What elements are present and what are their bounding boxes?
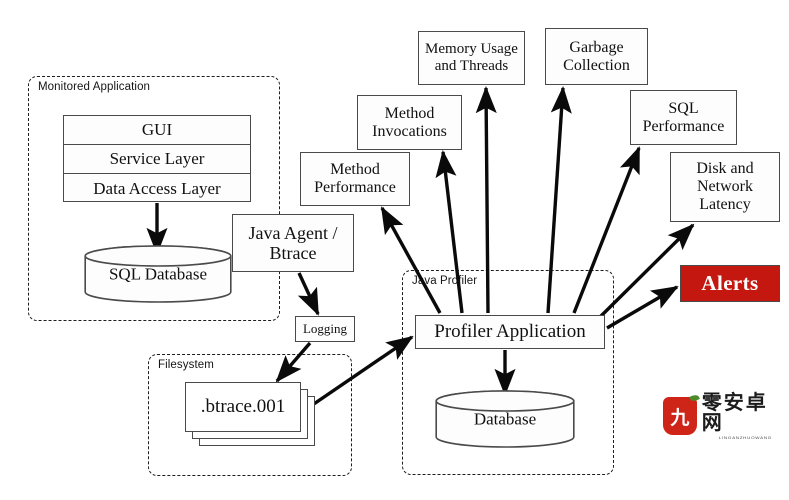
- box-method-invocations[interactable]: Method Invocations: [357, 95, 462, 150]
- edge-profiler-to-alerts: [606, 285, 679, 330]
- group-label-filesystem: Filesystem: [156, 359, 216, 371]
- box-garbage-collection[interactable]: Garbage Collection: [545, 28, 648, 85]
- watermark-text: 零安卓网 LINGANZHUOWANG: [702, 392, 789, 440]
- box-memory-usage-and-threads[interactable]: Memory Usage and Threads: [418, 31, 525, 85]
- garbage-collection-label: Garbage Collection: [563, 38, 630, 74]
- watermark-seal-char: 九: [670, 407, 690, 429]
- watermark-seal-icon: 九: [663, 393, 700, 435]
- box-method-performance[interactable]: Method Performance: [300, 152, 410, 206]
- stack-row-data-access-layer: Data Access Layer: [93, 178, 221, 198]
- sql-database-label: SQL Database: [108, 264, 208, 284]
- diagram-canvas: Monitored Application Java Profiler File…: [0, 0, 789, 500]
- watermark-leaf-icon: [688, 393, 700, 403]
- group-label-java-profiler: Java Profiler: [410, 275, 480, 287]
- watermark-brand: 零安卓网: [701, 390, 768, 434]
- watermark-pinyin: LINGANZHUOWANG: [718, 435, 772, 440]
- box-profiler-application[interactable]: Profiler Application: [415, 315, 605, 349]
- sql-database-cylinder: SQL Database: [84, 245, 232, 303]
- stack-row-gui: GUI: [64, 116, 250, 145]
- btrace-file-label: .btrace.001: [200, 396, 286, 417]
- disk-and-network-latency-label: Disk and Network Latency: [696, 160, 754, 213]
- memory-usage-and-threads-label: Memory Usage and Threads: [425, 41, 518, 74]
- profiler-application-label: Profiler Application: [434, 321, 586, 343]
- btrace-file-stack: .btrace.001: [185, 382, 317, 448]
- method-performance-label: Method Performance: [314, 161, 396, 196]
- btrace-file-sheet-front: .btrace.001: [185, 382, 301, 432]
- method-invocations-label: Method Invocations: [372, 104, 447, 140]
- edge-agent-to-logging: [297, 272, 320, 316]
- box-java-agent-btrace[interactable]: Java Agent / Btrace: [232, 214, 354, 272]
- box-sql-performance[interactable]: SQL Performance: [630, 90, 737, 145]
- stack-row-service-layer: Service Layer: [64, 145, 250, 174]
- group-label-monitored-application: Monitored Application: [36, 81, 153, 93]
- alerts-label: Alerts: [701, 271, 759, 295]
- sql-performance-label: SQL Performance: [642, 99, 725, 135]
- profiler-database-label: Database: [473, 409, 537, 429]
- monitored-application-stack: GUI Service Layer Data Access Layer: [63, 115, 251, 202]
- profiler-database-cylinder: Database: [435, 390, 575, 448]
- java-agent-btrace-label: Java Agent / Btrace: [248, 222, 338, 263]
- box-disk-and-network-latency[interactable]: Disk and Network Latency: [670, 152, 780, 222]
- logging-label: Logging: [302, 320, 348, 336]
- watermark-logo: 九 零安卓网 LINGANZHUOWANG: [663, 392, 789, 440]
- box-logging[interactable]: Logging: [295, 316, 355, 342]
- alerts-box[interactable]: Alerts: [680, 265, 780, 302]
